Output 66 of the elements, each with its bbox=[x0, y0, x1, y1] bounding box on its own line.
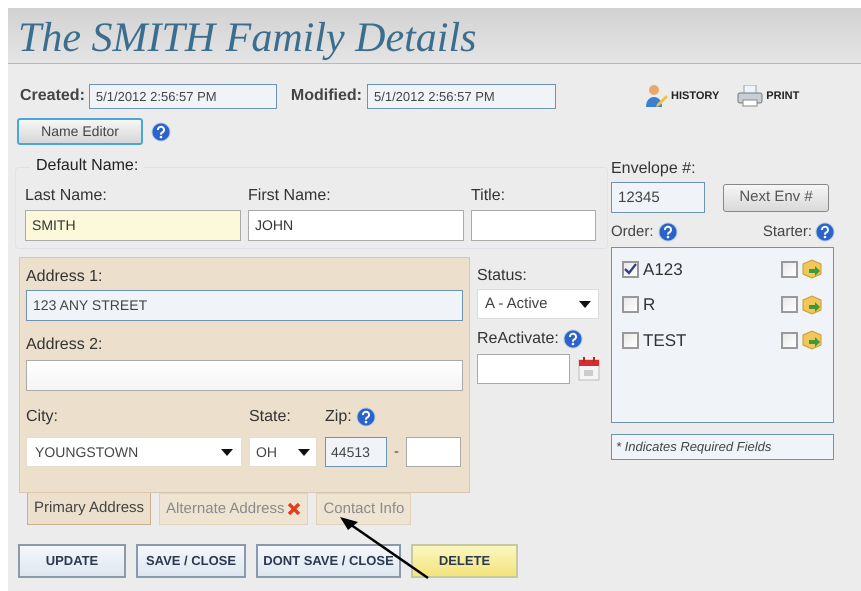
field-label: City: bbox=[26, 407, 59, 427]
zip-separator: - bbox=[394, 442, 399, 462]
caret-icon bbox=[298, 448, 310, 456]
help-icon[interactable] bbox=[151, 122, 171, 142]
zip-field[interactable]: 44513 bbox=[325, 437, 387, 467]
printer-icon bbox=[737, 85, 764, 107]
field-label: Envelope #: bbox=[611, 159, 697, 179]
close-icon[interactable] bbox=[287, 502, 302, 516]
created-field[interactable]: 5/1/2012 2:56:57 PM bbox=[88, 84, 277, 108]
help-icon[interactable] bbox=[815, 222, 835, 242]
address1-field[interactable]: 123 ANY STREET bbox=[26, 290, 463, 321]
field-label: Order: bbox=[611, 222, 654, 242]
name-field[interactable]: SMITH bbox=[25, 210, 241, 241]
help-icon[interactable] bbox=[356, 407, 376, 427]
box-arrow-icon[interactable] bbox=[801, 294, 823, 316]
zip-extension-field[interactable] bbox=[406, 437, 461, 467]
action-button[interactable]: UPDATE bbox=[18, 544, 126, 578]
checkbox[interactable] bbox=[622, 260, 639, 278]
action-button[interactable]: SAVE / CLOSE bbox=[136, 544, 246, 578]
city-dropdown[interactable]: YOUNGSTOWN bbox=[26, 437, 242, 467]
field-label: ReActivate: bbox=[477, 329, 559, 349]
box-arrow-icon[interactable] bbox=[801, 258, 823, 280]
caret-icon bbox=[579, 300, 591, 308]
checkbox[interactable] bbox=[622, 296, 639, 314]
name-editor-button[interactable]: Name Editor bbox=[17, 118, 143, 145]
field-label: Status: bbox=[477, 266, 528, 286]
next-envelope-button[interactable]: Next Env # bbox=[723, 184, 829, 212]
envelope-field[interactable]: 12345 bbox=[611, 182, 705, 213]
field-label: Modified: bbox=[290, 86, 362, 106]
help-icon[interactable] bbox=[658, 222, 678, 242]
status-dropdown[interactable]: A - Active bbox=[477, 289, 599, 319]
action-button[interactable]: DONT SAVE / CLOSE bbox=[256, 544, 401, 578]
state-dropdown[interactable]: OH bbox=[249, 437, 317, 467]
history-link[interactable]: HISTORY bbox=[644, 84, 720, 108]
address2-field[interactable] bbox=[26, 360, 463, 391]
action-button[interactable]: DELETE bbox=[411, 544, 518, 578]
reactivate-date-field[interactable] bbox=[477, 354, 570, 384]
field-label: First Name: bbox=[248, 186, 332, 206]
calendar-icon[interactable] bbox=[578, 357, 600, 381]
field-label: Title: bbox=[471, 186, 506, 206]
caret-icon bbox=[221, 448, 233, 456]
tab[interactable]: Primary Address bbox=[27, 493, 152, 525]
name-field[interactable]: JOHN bbox=[248, 210, 464, 241]
name-field[interactable] bbox=[471, 210, 596, 241]
field-label: Starter: bbox=[762, 222, 812, 242]
print-link[interactable]: PRINT bbox=[737, 85, 800, 107]
person-pencil-icon bbox=[644, 84, 668, 108]
field-label: State: bbox=[249, 407, 292, 427]
box-arrow-icon[interactable] bbox=[801, 329, 823, 352]
checkbox[interactable] bbox=[622, 332, 639, 349]
field-label: Created: bbox=[20, 86, 85, 106]
help-icon[interactable] bbox=[562, 329, 583, 349]
checkbox[interactable] bbox=[781, 260, 798, 278]
checkbox[interactable] bbox=[781, 296, 798, 314]
field-label: Last Name: bbox=[25, 186, 108, 206]
order-label: R bbox=[643, 294, 656, 316]
page-title: The SMITH Family Details bbox=[18, 14, 476, 63]
checkbox[interactable] bbox=[781, 332, 798, 349]
field-label: Address 2: bbox=[26, 335, 104, 355]
field-label: Zip: bbox=[325, 407, 352, 427]
field-label: Address 1: bbox=[26, 267, 104, 287]
modified-field[interactable]: 5/1/2012 2:56:57 PM bbox=[367, 84, 556, 108]
checkmark-icon bbox=[624, 263, 637, 276]
order-label: A123 bbox=[643, 258, 683, 280]
order-label: TEST bbox=[643, 330, 686, 352]
required-fields-note: * Indicates Required Fields bbox=[611, 434, 834, 460]
